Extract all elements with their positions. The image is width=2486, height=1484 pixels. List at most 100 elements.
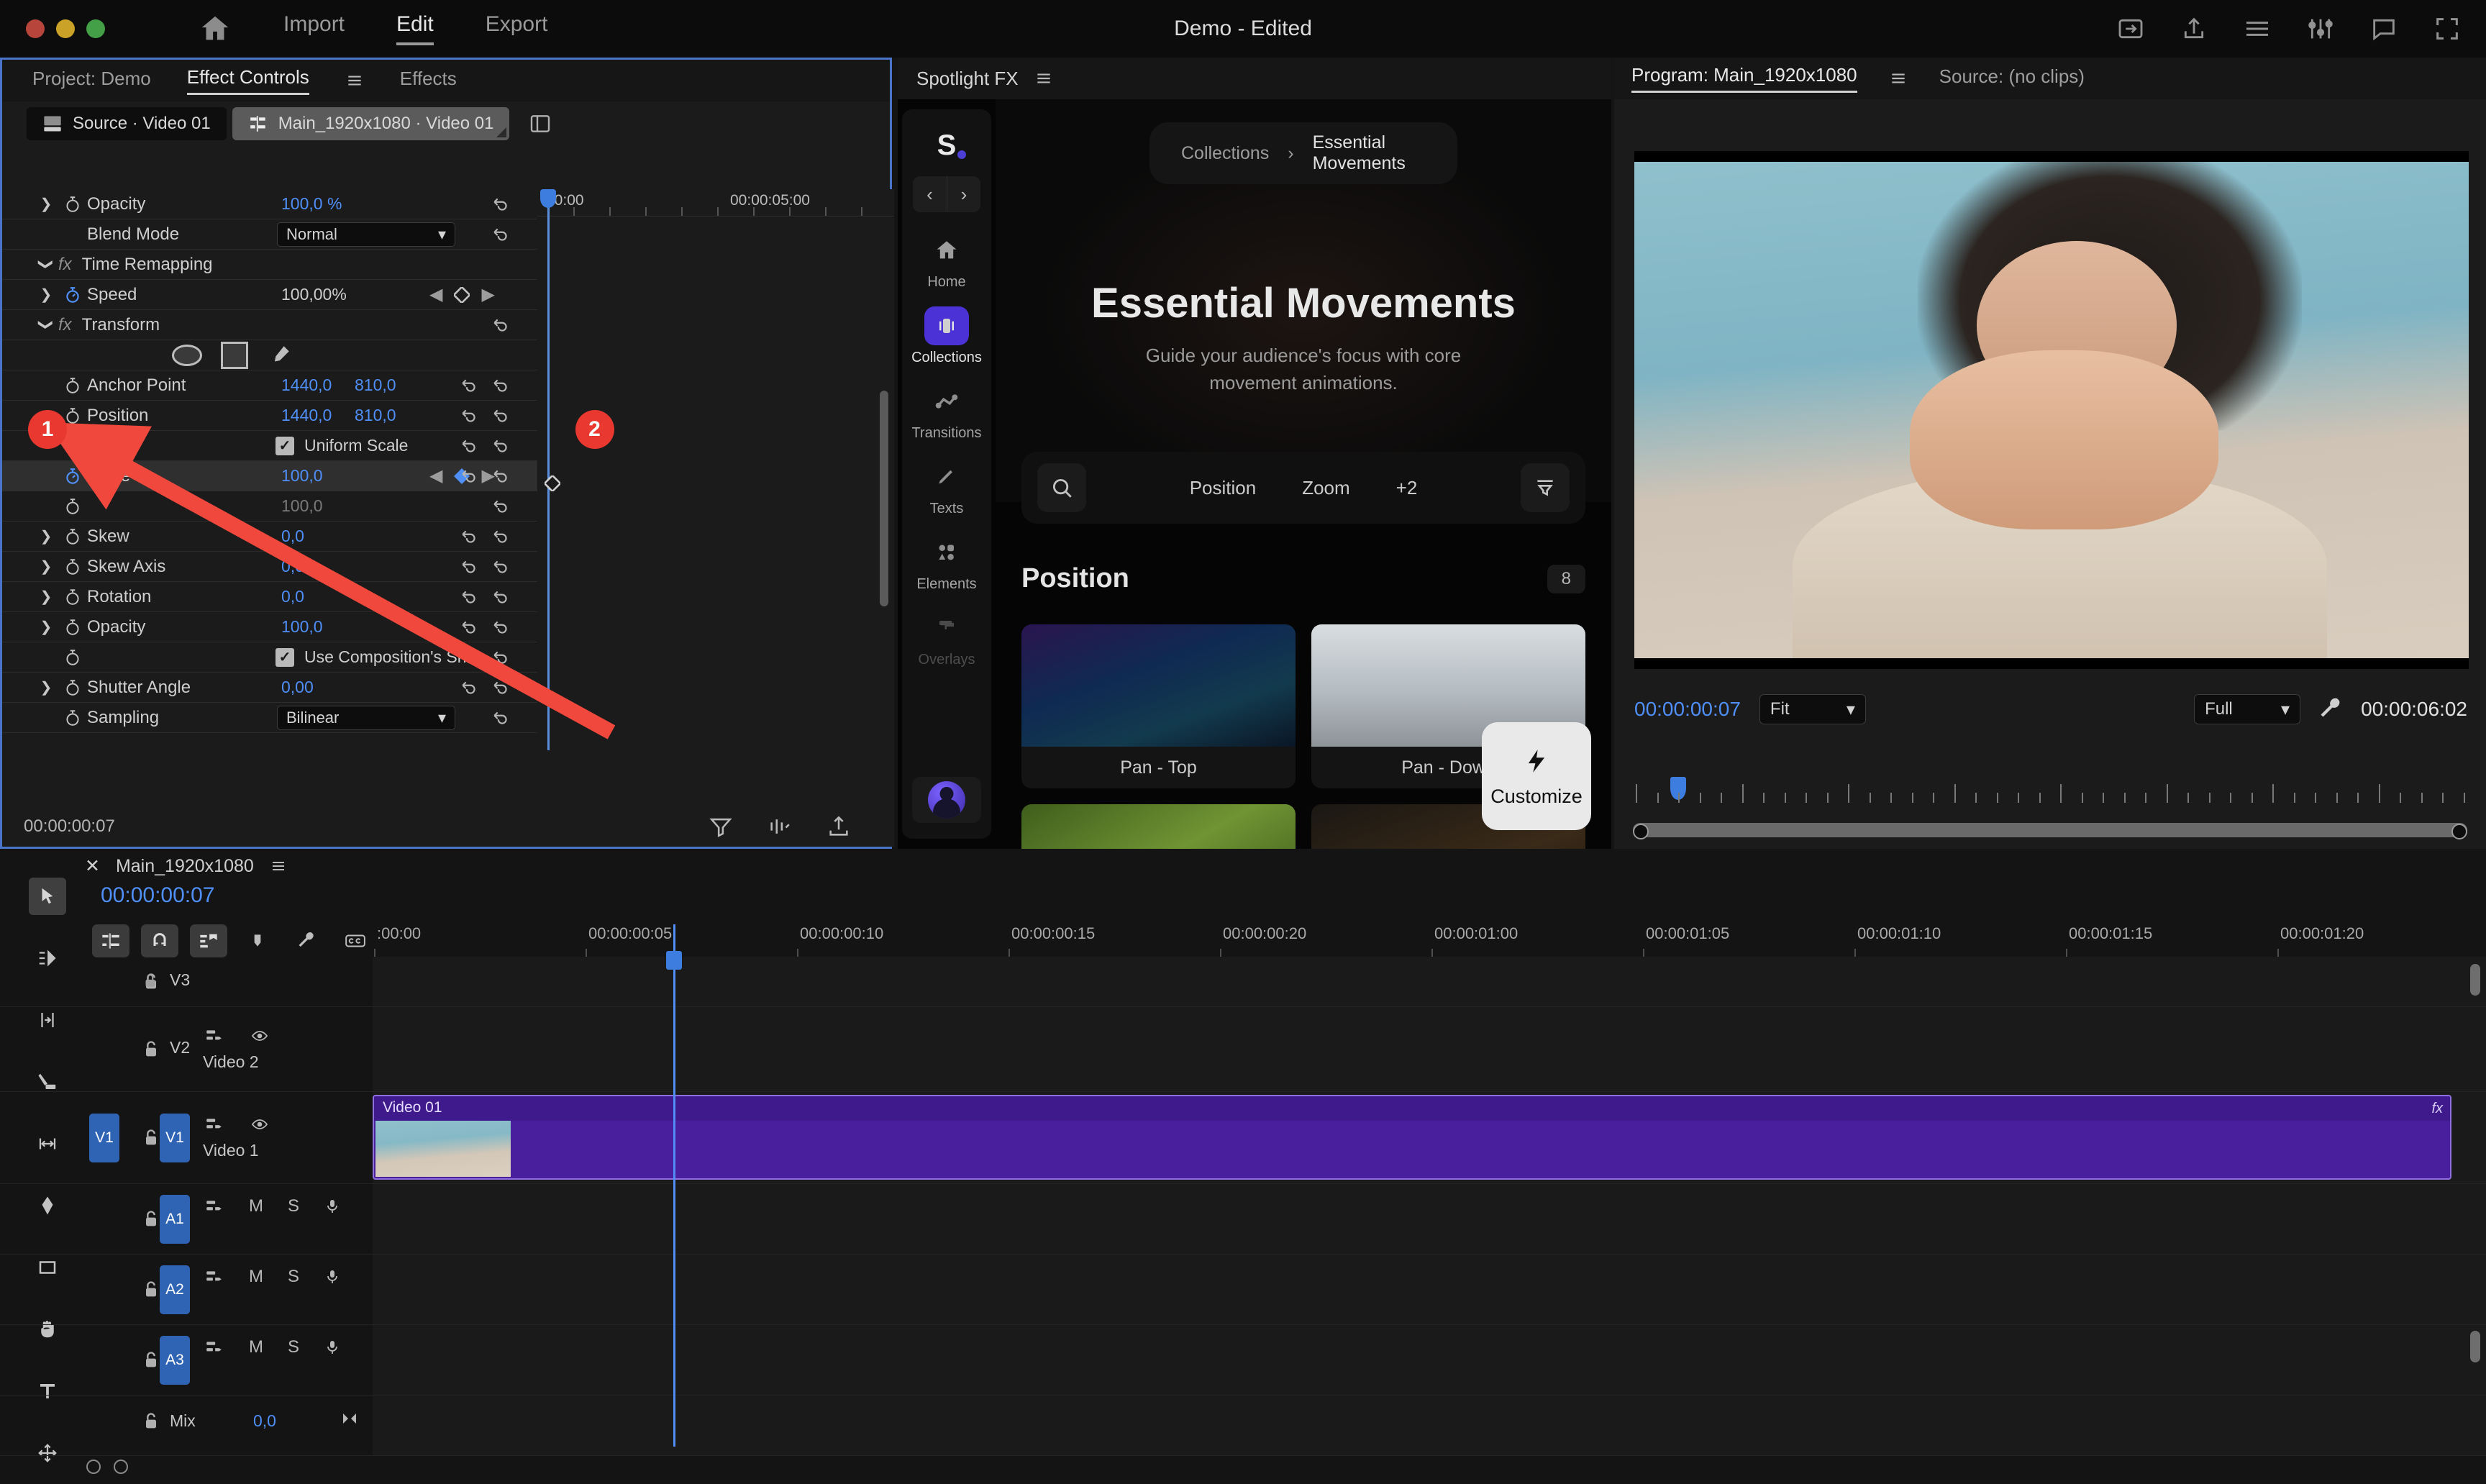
property-row-anchor-point[interactable]: ❯ Anchor Point 1440,0 810,0 [2,370,537,401]
disclosure-triangle-icon[interactable]: ❯ [37,252,55,277]
property-row-speed[interactable]: ❯ Speed 100,00% ◀ ▶ [2,280,537,310]
stopwatch-icon[interactable] [58,618,87,637]
program-monitor-tabs[interactable]: Program: Main_1920x1080 Source: (no clip… [1614,58,2486,99]
sidebar-item-elements[interactable]: Elements [902,533,991,593]
timeline-playhead-timecode[interactable]: 00:00:00:07 [101,883,214,908]
reset-parameter-icon[interactable] [491,527,510,546]
stopwatch-icon[interactable] [58,557,87,576]
tab-effects[interactable]: Effects [400,68,457,94]
hamburger-icon[interactable] [270,857,287,875]
property-value[interactable]: 100,0 [281,617,323,637]
property-value-secondary[interactable]: 810,0 [355,406,396,425]
program-monitor-stage[interactable] [1634,151,2469,669]
property-value[interactable]: 100,0 % [281,194,342,214]
customize-button[interactable]: Customize [1482,722,1591,830]
checkbox-icon[interactable]: ✓ [276,436,294,455]
sidebar-item-home[interactable]: Home [902,231,991,291]
reset-parameter-icon[interactable] [460,376,478,395]
reset-parameter-icon[interactable] [491,376,510,395]
effect-controls-timeline[interactable]: 00:00 00:00:05:00 [537,189,894,829]
mic-icon[interactable] [324,1197,341,1216]
track-lock-icon[interactable] [141,1209,161,1229]
property-value[interactable]: 100,0 [281,496,323,516]
sidebar-item-overlays[interactable]: Overlays [902,609,991,668]
effect-controls-tabs[interactable]: Project: Demo Effect Controls Effects [2,60,890,101]
reset-parameter-icon[interactable] [460,588,478,606]
stopwatch-icon[interactable] [58,709,87,727]
property-dropdown[interactable]: Normal ▾ [277,222,455,247]
source-track-indicator[interactable]: V1 [89,1114,119,1162]
hamburger-icon[interactable] [1034,69,1053,88]
track-lock-icon[interactable] [141,1128,161,1148]
timeline-playhead-handle[interactable] [666,951,682,970]
track-solo-button[interactable]: S [288,1337,299,1357]
next-keyframe-icon[interactable]: ▶ [481,284,494,305]
property-checkbox-row[interactable]: ✓ Use Composition's Sh... [276,647,481,667]
timeline-playhead[interactable] [673,924,675,1447]
reset-parameter-icon[interactable] [491,437,510,455]
property-row-position[interactable]: ❯Position1440,0810,0 [2,401,537,431]
playback-resolution-select[interactable]: Full ▾ [2194,694,2301,724]
stopwatch-icon[interactable] [58,195,87,214]
property-row-sampling[interactable]: ❯ Sampling Bilinear▾ [2,703,537,733]
settings-wrench-icon[interactable] [2318,696,2344,722]
ec-vertical-scrollbar[interactable] [880,391,888,606]
track-solo-button[interactable]: S [288,1196,299,1216]
timeline-ruler[interactable]: :00:00 00:00:00:05 00:00:00:10 00:00:00:15 0… [373,924,2474,957]
property-row[interactable]: ❯✓Uniform Scale [2,431,537,461]
panel-menu-icon[interactable] [345,71,364,90]
sync-lock-icon[interactable] [203,1267,224,1286]
hamburger-icon[interactable] [1889,69,1908,88]
property-value[interactable]: 0,00 [281,678,314,697]
menu-lines-icon[interactable] [2243,14,2272,43]
keyframe-diamond-icon[interactable] [454,286,470,303]
timeline-vertical-scrollbar-bottom[interactable] [2470,1331,2480,1362]
close-window-button[interactable] [26,19,45,38]
audio-keyframe-icon[interactable] [768,814,792,839]
property-value[interactable]: 100,00% [281,285,347,304]
breadcrumb-collections[interactable]: Collections [1181,143,1269,164]
property-row-blend-mode[interactable]: ❯ Blend Mode Normal▾ [2,219,537,250]
reset-parameter-icon[interactable] [460,648,478,667]
property-row[interactable]: ❯ ✓ Use Composition's Sh... [2,642,537,673]
tab-program[interactable]: Program: Main_1920x1080 [1631,64,1857,93]
property-value[interactable]: 100,0 [281,466,323,486]
track-target-indicator[interactable]: A1 [160,1195,190,1244]
stopwatch-icon[interactable] [58,376,87,395]
property-value[interactable]: 0,0 [281,587,304,606]
stopwatch-icon[interactable] [58,497,87,516]
reset-parameter-icon[interactable] [460,678,478,697]
close-icon[interactable]: ✕ [85,855,100,877]
disclosure-triangle-icon[interactable]: ❯ [34,588,58,606]
ec-scale-keyframe[interactable] [545,475,560,491]
property-value[interactable]: 0,0 [281,527,304,546]
filter-icon[interactable] [709,814,733,839]
timeline-tabs[interactable]: ✕ Main_1920x1080 [0,849,2486,883]
track-target-indicator[interactable]: A2 [160,1265,190,1314]
sync-lock-icon[interactable] [203,1197,224,1216]
track-lock-icon[interactable] [141,1039,161,1060]
property-row-scale[interactable]: ❯Scale100,0◀▶ [2,461,537,491]
chip-position[interactable]: Position [1190,477,1257,499]
property-row[interactable]: ❯ [2,340,537,370]
reset-parameter-icon[interactable] [491,225,510,244]
captions-button[interactable] [337,924,374,957]
keyframe-navigator[interactable]: ◀ ▶ [429,284,495,305]
share-icon[interactable] [2180,14,2208,43]
tab-project[interactable]: Project: Demo [32,68,151,94]
track-name-label[interactable]: Video 1 [203,1141,259,1160]
property-row[interactable]: ❯ 100,0 [2,491,537,522]
mic-icon[interactable] [324,1267,341,1286]
nav-arrows[interactable]: ‹ › [913,176,980,212]
property-row-shutter-angle[interactable]: ❯ Shutter Angle 0,00 [2,673,537,703]
reset-parameter-icon[interactable] [460,406,478,425]
disclosure-triangle-icon[interactable]: ❯ [34,678,58,696]
tab-effect-controls[interactable]: Effect Controls [186,66,309,95]
stopwatch-icon[interactable] [58,678,87,697]
reset-parameter-icon[interactable] [491,195,510,214]
main-nav[interactable]: Import Edit Export [283,12,547,45]
ec-playhead[interactable] [547,189,550,750]
eye-icon[interactable] [249,1027,270,1044]
stopwatch-icon[interactable] [58,286,87,304]
pen-mask-icon[interactable] [267,343,293,368]
